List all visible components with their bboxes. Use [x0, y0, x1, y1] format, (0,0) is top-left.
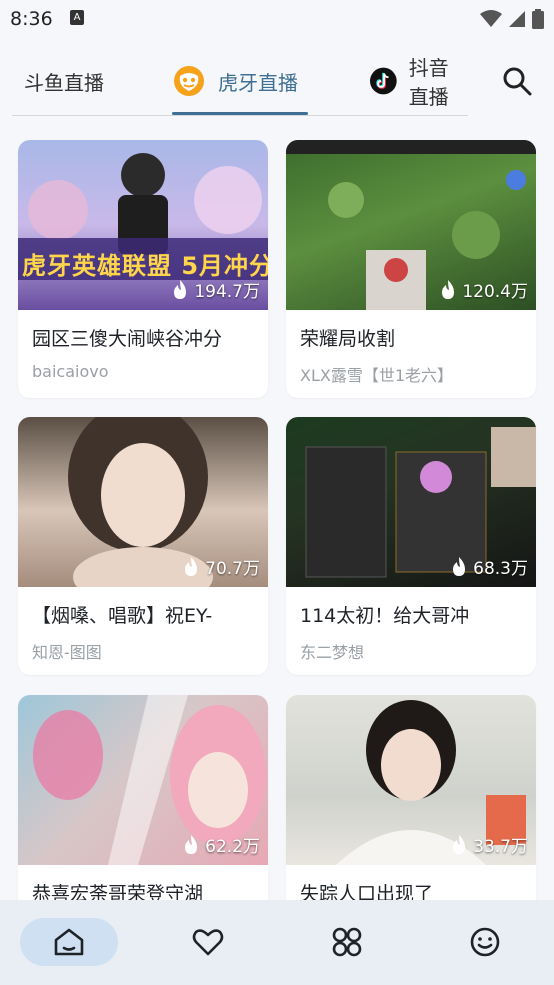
view-count-text: 120.4万 [462, 282, 528, 302]
tab-huya[interactable]: 虎牙直播 [172, 48, 298, 114]
signal-icon [509, 11, 525, 27]
fire-icon [453, 556, 466, 576]
notification-a-icon: A [70, 10, 84, 25]
view-count-text: 194.7万 [194, 282, 260, 302]
nav-categories[interactable] [298, 918, 396, 966]
view-count-text: 70.7万 [205, 559, 260, 579]
nav-favorites[interactable] [159, 918, 257, 966]
platform-tabs: 斗鱼直播 虎牙直播 抖音直播 [0, 48, 554, 118]
live-thumbnail: 62.2万 [18, 695, 268, 865]
heart-icon [192, 929, 224, 956]
live-room-grid: 虎牙英雄联盟 5月冲分赛 194.7万 园区三傻大闹峡谷冲分 baicaiovo [0, 140, 554, 900]
fire-icon [442, 279, 455, 299]
home-icon [54, 928, 84, 956]
view-count: 194.7万 [172, 277, 260, 302]
view-count: 33.7万 [451, 832, 528, 857]
nav-home[interactable] [20, 918, 118, 966]
view-count: 70.7万 [183, 554, 260, 579]
category-icon [332, 927, 362, 957]
view-count: 68.3万 [451, 554, 528, 579]
tab-douyin-label: 抖音直播 [408, 56, 449, 109]
live-title: 荣耀局收割 [300, 328, 396, 350]
live-card[interactable]: 62.2万 恭喜宏荼哥荣登守湖 [18, 695, 268, 900]
huya-logo-icon [174, 66, 204, 96]
tab-douyu[interactable]: 斗鱼直播 [24, 48, 104, 114]
live-card[interactable]: 虎牙英雄联盟 5月冲分赛 194.7万 园区三傻大闹峡谷冲分 baicaiovo [18, 140, 268, 398]
live-card[interactable]: 68.3万 114太初！给大哥冲 东二梦想 [286, 417, 536, 675]
live-author: XLX露雪【世1老六】 [300, 366, 454, 385]
live-card[interactable]: 70.7万 【烟嗓、唱歌】祝EY- 知恩-图图 [18, 417, 268, 675]
tab-huya-label: 虎牙直播 [218, 70, 298, 95]
nav-profile[interactable] [436, 918, 534, 966]
live-card[interactable]: 120.4万 荣耀局收割 XLX露雪【世1老六】 [286, 140, 536, 398]
live-thumbnail: 68.3万 [286, 417, 536, 587]
status-bar: 8:36 A [0, 0, 554, 40]
live-author: 知恩-图图 [32, 643, 102, 662]
view-count: 120.4万 [440, 277, 528, 302]
fire-icon [453, 834, 466, 854]
status-indicators [480, 8, 544, 30]
douyin-logo-icon [370, 67, 397, 95]
tabs-divider [12, 115, 468, 116]
live-thumbnail: 虎牙英雄联盟 5月冲分赛 194.7万 [18, 140, 268, 310]
fire-icon [174, 279, 187, 299]
status-time: 8:36 [10, 8, 53, 30]
search-icon[interactable] [502, 66, 532, 96]
live-title: 114太初！给大哥冲 [300, 605, 470, 627]
view-count-text: 33.7万 [473, 837, 528, 857]
live-thumbnail: 120.4万 [286, 140, 536, 310]
smile-icon [470, 927, 500, 957]
live-title: 园区三傻大闹峡谷冲分 [32, 328, 223, 350]
bottom-navigation [0, 900, 554, 985]
live-author: baicaiovo [32, 362, 109, 381]
tab-douyin[interactable]: 抖音直播 [370, 48, 468, 114]
live-author: 东二梦想 [300, 643, 365, 662]
wifi-icon [480, 10, 502, 27]
live-title: 【烟嗓、唱歌】祝EY- [32, 605, 213, 627]
fire-icon [185, 556, 198, 576]
live-title: 失踪人口出现了 [300, 883, 434, 900]
live-card[interactable]: 33.7万 失踪人口出现了 [286, 695, 536, 900]
thumbnail-caption: 虎牙英雄联盟 5月冲分赛 [22, 252, 268, 280]
view-count-text: 68.3万 [473, 559, 528, 579]
tab-douyu-label: 斗鱼直播 [24, 70, 104, 95]
battery-icon [532, 9, 544, 29]
fire-icon [185, 834, 198, 854]
live-thumbnail: 33.7万 [286, 695, 536, 865]
live-title: 恭喜宏荼哥荣登守湖 [32, 883, 204, 900]
live-thumbnail: 70.7万 [18, 417, 268, 587]
view-count-text: 62.2万 [205, 837, 260, 857]
view-count: 62.2万 [183, 832, 260, 857]
